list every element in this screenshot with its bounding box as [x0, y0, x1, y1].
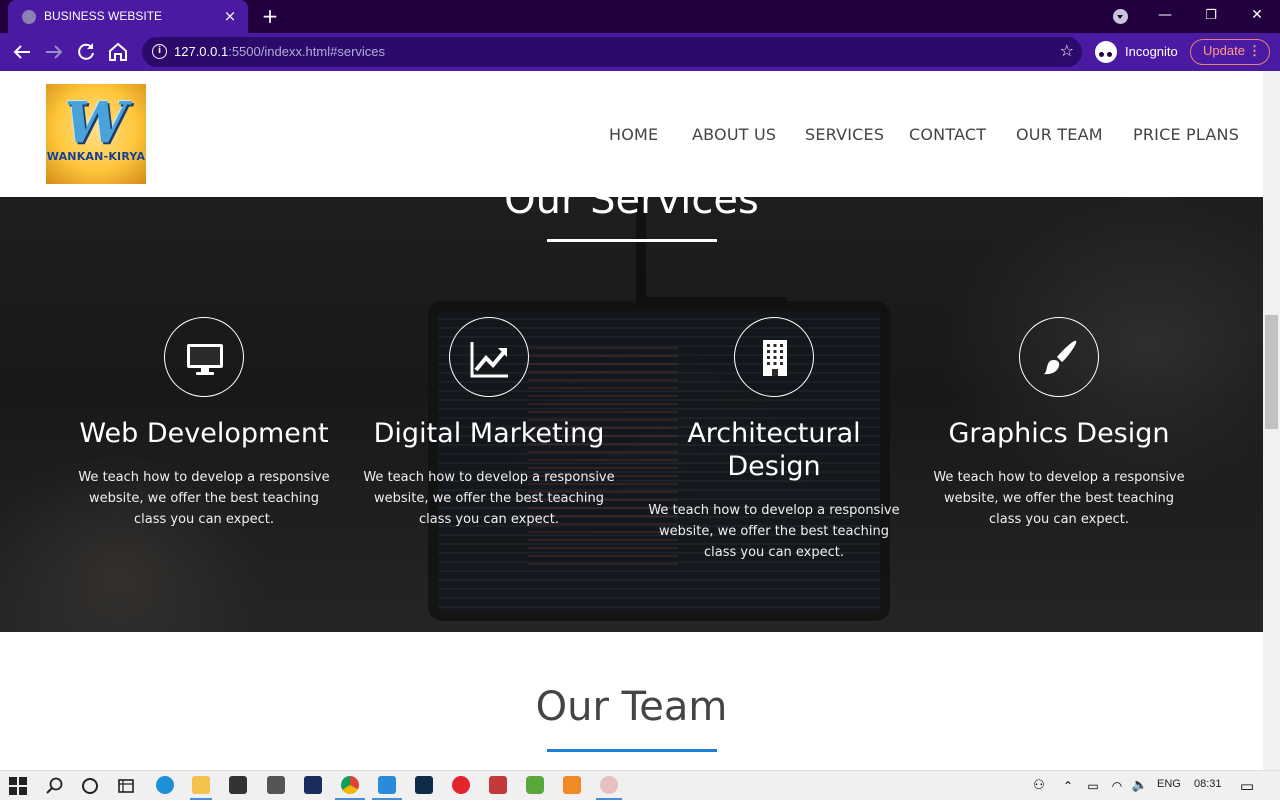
- new-tab-button[interactable]: +: [258, 4, 282, 28]
- service-title: Web Development: [79, 418, 329, 449]
- volume-icon[interactable]: 🔈: [1129, 775, 1151, 797]
- service-title: Architectural Design: [687, 418, 861, 482]
- search-icon[interactable]: [44, 775, 66, 797]
- cortana-icon[interactable]: [79, 775, 101, 797]
- chevron-up-icon[interactable]: ⌃: [1057, 775, 1079, 797]
- language-indicator[interactable]: ENG: [1157, 778, 1181, 790]
- close-window-button[interactable]: ✕: [1234, 0, 1280, 33]
- browser-tab-strip: BUSINESS WEBSITE × + — ❐ ✕: [0, 0, 1280, 33]
- services-overlay: [0, 197, 1263, 632]
- tab-close-button[interactable]: ×: [220, 6, 240, 26]
- vscode-icon[interactable]: [378, 776, 396, 794]
- update-button[interactable]: Update ⋮: [1190, 39, 1270, 65]
- address-bar[interactable]: i 127.0.0.1:5500/indexx.html#services ☆: [142, 37, 1082, 67]
- paint-brush-icon: [1019, 317, 1099, 397]
- page-viewport: W WANKAN-KIRYA HOME ABOUT US SERVICES CO…: [0, 71, 1280, 770]
- store-icon[interactable]: [229, 776, 247, 794]
- clock[interactable]: 08:31: [1194, 778, 1222, 790]
- arrow-left-icon: [13, 45, 30, 59]
- notifications-icon[interactable]: ▭: [1236, 775, 1258, 797]
- services-section: Our Services Web Development We teach ho…: [0, 197, 1263, 632]
- scrollbar-thumb[interactable]: [1265, 315, 1278, 429]
- photoshop-icon[interactable]: [415, 776, 433, 794]
- browser-toolbar: i 127.0.0.1:5500/indexx.html#services ☆ …: [0, 33, 1280, 71]
- vlc-icon[interactable]: [563, 776, 581, 794]
- team-section: Our Team: [0, 632, 1263, 770]
- site-logo[interactable]: W WANKAN-KIRYA: [46, 84, 146, 184]
- logo-letter: W: [64, 90, 128, 156]
- incognito-indicator[interactable]: Incognito: [1093, 38, 1183, 66]
- windows-taskbar: ⚇ ⌃ ▭ ◠ 🔈 ENG 08:31 ▭: [0, 770, 1280, 800]
- team-title-underline: [547, 749, 717, 752]
- site-header: W WANKAN-KIRYA HOME ABOUT US SERVICES CO…: [0, 71, 1263, 197]
- url-text: 127.0.0.1:5500/indexx.html#services: [174, 44, 385, 59]
- service-description: We teach how to develop a responsive web…: [363, 470, 615, 527]
- photoshop-icon[interactable]: [304, 776, 322, 794]
- service-title: Digital Marketing: [373, 418, 605, 449]
- arrow-right-icon: [46, 45, 63, 59]
- services-title-underline: [547, 239, 717, 242]
- nav-services[interactable]: SERVICES: [805, 125, 884, 144]
- nav-about-us[interactable]: ABOUT US: [692, 125, 776, 144]
- url-path: :5500/indexx.html#services: [228, 44, 386, 59]
- edge-icon[interactable]: [156, 776, 174, 794]
- reload-button[interactable]: [74, 40, 98, 64]
- update-label: Update: [1203, 43, 1245, 58]
- home-icon: [109, 42, 127, 61]
- incognito-label: Incognito: [1125, 44, 1178, 59]
- back-button[interactable]: [10, 40, 34, 64]
- battery-icon[interactable]: ▭: [1082, 775, 1104, 797]
- browser-tab-active[interactable]: BUSINESS WEBSITE ×: [8, 0, 248, 33]
- bookmark-star-icon[interactable]: ☆: [1060, 41, 1074, 60]
- services-title: Our Services: [504, 197, 759, 223]
- tab-title: BUSINESS WEBSITE: [44, 9, 163, 23]
- incognito-icon: [1095, 41, 1117, 63]
- service-description: We teach how to develop a responsive web…: [933, 470, 1185, 527]
- restore-button[interactable]: ❐: [1188, 0, 1234, 33]
- url-host: 127.0.0.1: [174, 44, 229, 59]
- people-icon[interactable]: ⚇: [1028, 775, 1050, 797]
- tab-search-icon[interactable]: [1113, 9, 1128, 24]
- chart-line-icon: [449, 317, 529, 397]
- app-icon[interactable]: [600, 776, 618, 794]
- page-scrollbar[interactable]: [1263, 71, 1280, 770]
- more-menu-icon: ⋮: [1248, 43, 1261, 58]
- mail-icon[interactable]: [267, 776, 285, 794]
- windows-start-icon[interactable]: [7, 775, 29, 797]
- service-description: We teach how to develop a responsive web…: [78, 470, 330, 527]
- building-icon: [734, 317, 814, 397]
- globe-icon: [22, 10, 36, 24]
- reload-icon: [78, 43, 94, 60]
- nav-home[interactable]: HOME: [609, 125, 658, 144]
- app-icon[interactable]: [489, 776, 507, 794]
- info-icon[interactable]: i: [152, 44, 167, 59]
- opera-icon[interactable]: [452, 776, 470, 794]
- task-view-icon[interactable]: [115, 775, 137, 797]
- chrome-icon[interactable]: [341, 776, 359, 794]
- service-description: We teach how to develop a responsive web…: [648, 503, 900, 560]
- team-title: Our Team: [535, 684, 728, 730]
- nav-price-plans[interactable]: PRICE PLANS: [1133, 125, 1239, 144]
- nav-our-team[interactable]: OUR TEAM: [1016, 125, 1103, 144]
- service-title: Graphics Design: [948, 418, 1170, 449]
- minimize-button[interactable]: —: [1142, 0, 1188, 33]
- home-button[interactable]: [106, 40, 130, 64]
- nodejs-icon[interactable]: [526, 776, 544, 794]
- forward-button[interactable]: [42, 40, 66, 64]
- nav-contact[interactable]: CONTACT: [909, 125, 986, 144]
- logo-text: WANKAN-KIRYA: [46, 150, 146, 163]
- file-explorer-icon[interactable]: [192, 776, 210, 794]
- wifi-icon[interactable]: ◠: [1106, 775, 1128, 797]
- desktop-icon: [164, 317, 244, 397]
